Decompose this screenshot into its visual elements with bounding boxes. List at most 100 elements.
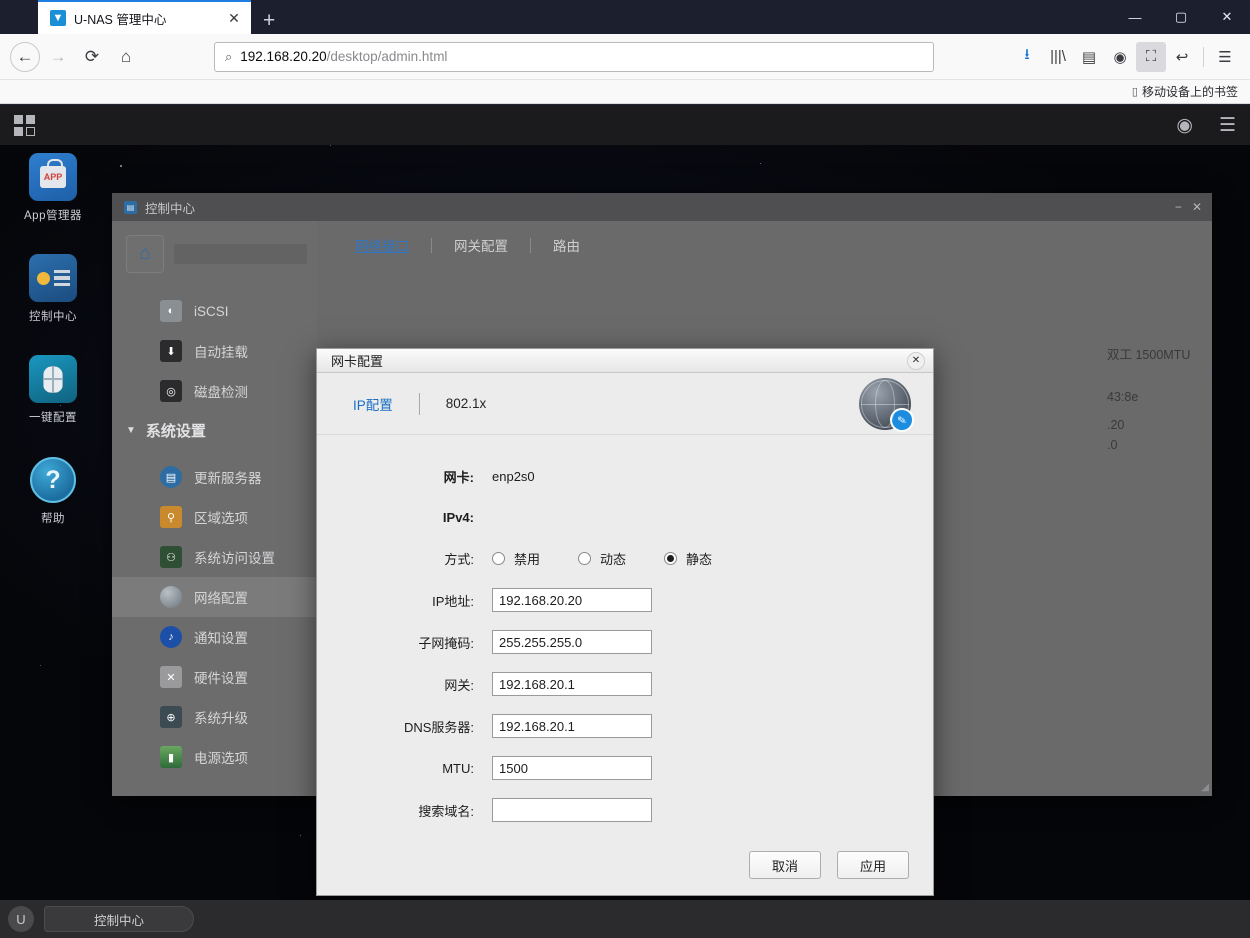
subnet-mask-input[interactable] [492,630,652,654]
tab-ip-config[interactable]: IP配置 [353,394,419,414]
sidebar-item-disk-check[interactable]: ◎ 磁盘检测 [112,371,317,411]
radio-dynamic[interactable]: 动态 [578,549,626,568]
sidebar-item-label: 电源选项 [194,747,248,767]
sidebar-item-label: 系统访问设置 [194,547,275,567]
app-badge: APP [40,166,66,188]
sidebar-item-notification[interactable]: ♪ 通知设置 [112,617,317,657]
sidebar-item-system-access[interactable]: ⚇ 系统访问设置 [112,537,317,577]
sidebar-item-network-config[interactable]: 网络配置 [112,577,317,617]
iscsi-icon: ◐ [160,300,182,322]
sidebar-item-power-options[interactable]: ▮ 电源选项 [112,737,317,777]
unas-logo-icon[interactable]: U [8,906,34,932]
nic-config-dialog: 网卡配置 ✕ IP配置 802.1x ✎ 网卡: enp2s0 IPv4: [316,348,934,896]
sidebar-group-label: 系统设置 [146,420,206,441]
sidebar-item-system-upgrade[interactable]: ⊕ 系统升级 [112,697,317,737]
gateway-input[interactable] [492,672,652,696]
control-center-tabs: 网络接口 网关配置 路由 [317,221,1212,255]
browser-tab[interactable]: ▼ U-NAS 管理中心 ✕ [38,0,251,34]
sidebar-item-label: 磁盘检测 [194,381,248,401]
dialog-form: 网卡: enp2s0 IPv4: 方式: 禁用 动态 [317,435,933,835]
apps-grid-icon[interactable] [14,115,35,136]
desktop-icon-app-manager[interactable]: APP App管理器 [10,153,96,223]
sidebar-group-system-settings[interactable]: ▼ 系统设置 [112,411,317,449]
search-domain-input[interactable] [492,798,652,822]
desktop-icon-one-click-setup[interactable]: 一键配置 [10,355,96,425]
ip-address-input[interactable] [492,588,652,612]
tab-network-interface[interactable]: 网络接口 [333,235,431,255]
undo-icon[interactable]: ↩ [1167,42,1197,72]
tab-802-1x[interactable]: 802.1x [446,396,513,411]
close-icon[interactable]: ✕ [907,352,925,370]
radio-static[interactable]: 静态 [664,549,712,568]
network-config-icon [160,586,182,608]
minimize-icon[interactable]: — [1112,0,1158,34]
close-icon[interactable]: ✕ [225,10,243,27]
bookmark-item-mobile[interactable]: ▯ 移动设备上的书签 [1132,83,1238,100]
list-menu-icon[interactable]: ☰ [1219,116,1236,135]
sidebar-search-input[interactable] [174,244,307,264]
unas-logo-icon: ▼ [50,10,66,26]
desktop-icon-help[interactable]: ? 帮助 [10,456,96,526]
home-icon[interactable]: ⌂ [110,41,142,73]
sidebar-item-label: iSCSI [194,304,229,319]
library-icon[interactable]: |||\ [1043,42,1073,72]
new-tab-button[interactable]: + [251,10,287,34]
sidebar-item-auto-mount[interactable]: ⬇ 自动挂载 [112,331,317,371]
home-button[interactable]: ⌂ [126,235,164,273]
account-icon[interactable]: ◉ [1105,42,1135,72]
network-card-edit-icon: ✎ [859,378,911,430]
sidebar-item-iscsi[interactable]: ◐ iSCSI [112,291,317,331]
radio-disabled[interactable]: 禁用 [492,549,540,568]
control-center-title: 控制中心 [145,198,195,217]
region-options-icon: ⚲ [160,506,182,528]
sidebar-item-update-server[interactable]: ▤ 更新服务器 [112,457,317,497]
app-store-icon: APP [29,153,77,201]
resize-handle[interactable]: ◢ [1201,782,1209,793]
maximize-icon[interactable]: ▢ [1158,0,1204,34]
account-icon[interactable]: ◉ [1176,116,1193,135]
system-upgrade-globe-icon: ⊕ [160,706,182,728]
forward-icon[interactable]: → [42,41,74,73]
apply-button[interactable]: 应用 [837,851,909,879]
back-icon[interactable]: ← [10,42,40,72]
dns-server-input[interactable] [492,714,652,738]
control-center-window-icon: ▤ [124,201,137,214]
sidebar-item-label: 更新服务器 [194,467,262,487]
form-row-search-domain: 搜索域名: [317,789,933,831]
close-icon[interactable]: ✕ [1192,201,1202,213]
desktop-top-right: ◉ ☰ [1176,116,1236,135]
form-row-subnet-mask: 子网掩码: [317,621,933,663]
desktop-icon-control-center[interactable]: 控制中心 [10,254,96,324]
sidebar-icon[interactable]: ▤ [1074,42,1104,72]
menu-icon[interactable]: ☰ [1210,42,1240,72]
sidebar-menu-top: ◐ iSCSI ⬇ 自动挂载 ◎ 磁盘检测 [112,291,317,411]
minimize-icon[interactable]: − [1175,201,1182,213]
radio-label: 禁用 [514,549,540,568]
tab-routing[interactable]: 路由 [531,235,602,255]
ip-address-label: IP地址: [317,591,492,610]
control-center-titlebar: ▤ 控制中心 − ✕ [112,193,1212,221]
reload-icon[interactable]: ⟳ [76,41,108,73]
sidebar-item-region-options[interactable]: ⚲ 区域选项 [112,497,317,537]
mtu-input[interactable] [492,756,652,780]
radio-circle [578,552,591,565]
sidebar-item-hardware[interactable]: ✕ 硬件设置 [112,657,317,697]
close-window-icon[interactable]: ✕ [1204,0,1250,34]
cancel-button[interactable]: 取消 [749,851,821,879]
control-center-sidebar: ⌂ ◐ iSCSI ⬇ 自动挂载 ◎ [112,221,317,796]
browser-window: ▼ U-NAS 管理中心 ✕ + — ▢ ✕ ← → ⟳ ⌂ ⌕ 192.168… [0,0,1250,938]
gateway-label: 网关: [317,675,492,694]
taskbar-task-control-center[interactable]: 控制中心 [44,906,194,932]
tab-strip: ▼ U-NAS 管理中心 ✕ + — ▢ ✕ [0,0,1250,34]
radio-circle [492,552,505,565]
url-bar[interactable]: ⌕ 192.168.20.20/desktop/admin.html [214,42,934,72]
download-icon[interactable]: ⭳ [1012,42,1042,72]
desktop-icon-column: APP App管理器 控制中心 一键配置 ? [10,153,96,557]
radio-label: 静态 [686,549,712,568]
tab-gateway-config[interactable]: 网关配置 [432,235,530,255]
window-controls: — ▢ ✕ [1112,0,1250,34]
search-domain-label: 搜索域名: [317,801,492,820]
nas-taskbar: U 控制中心 [0,900,1250,938]
dns-server-label: DNS服务器: [317,717,492,736]
screenshot-crop-icon[interactable]: ⛶ [1136,42,1166,72]
